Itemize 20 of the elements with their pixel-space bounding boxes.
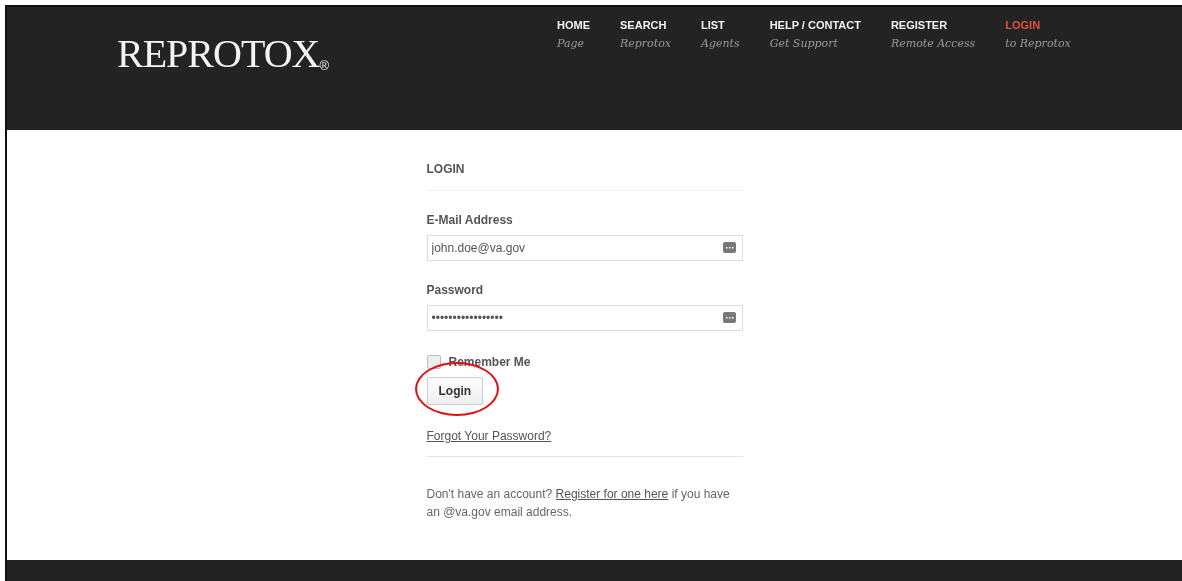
form-title: LOGIN <box>426 162 743 191</box>
logo[interactable]: REPROTOX <box>117 33 320 75</box>
nav-link[interactable]: HELP / CONTACT Get Support <box>769 18 861 50</box>
nav-link[interactable]: REGISTER Remote Access <box>890 18 976 50</box>
remember-checkbox[interactable] <box>426 355 441 369</box>
login-button[interactable]: Login <box>426 377 484 405</box>
nav-link[interactable]: SEARCH Reprotox <box>620 18 671 50</box>
password-manager-icon[interactable] <box>722 312 736 323</box>
field-label: Password <box>426 283 485 297</box>
registered-mark: ® <box>319 58 329 73</box>
password-manager-icon[interactable] <box>722 242 736 253</box>
forgot-password-link[interactable]: Forgot Your Password? <box>426 429 552 443</box>
nav-link[interactable]: LOGIN to Reprotox <box>1005 18 1071 50</box>
register-link[interactable]: Register for one here <box>555 487 669 501</box>
field-label: E-Mail Address <box>426 213 514 227</box>
input-field[interactable]: john.doe@va.gov <box>426 235 743 261</box>
nav-link[interactable]: HOME Page <box>557 18 590 50</box>
nav-link[interactable]: LIST Agents <box>701 18 740 50</box>
input-field[interactable]: ••••••••••••••••• <box>426 305 743 331</box>
register-note: Don't have an account? Register for one here if you have an @va.gov email address. <box>426 486 731 521</box>
